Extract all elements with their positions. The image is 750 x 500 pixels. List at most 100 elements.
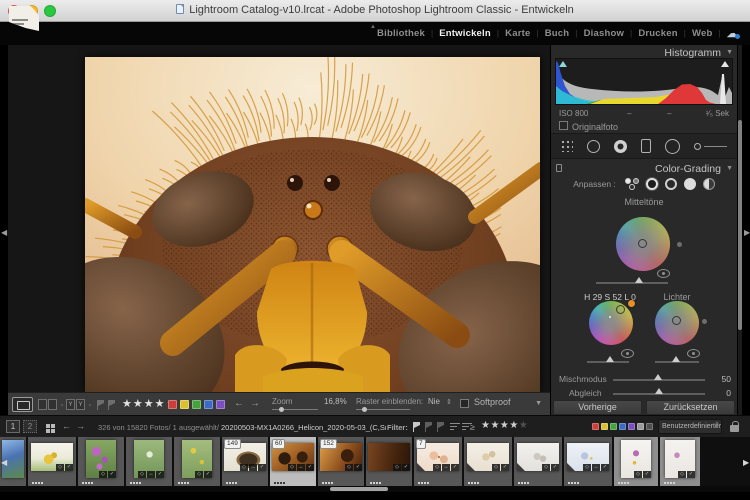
before-after-left-icon[interactable] (38, 399, 47, 410)
midtones-wheel-marker[interactable] (638, 239, 647, 248)
shadows-color-wheel[interactable] (589, 301, 633, 345)
filter-flag-unflagged-icon[interactable] (424, 422, 433, 432)
spot-removal-tool-icon[interactable] (587, 140, 600, 153)
go-forward-arrow[interactable]: → (76, 421, 85, 431)
highlights-wheel-marker[interactable] (672, 316, 681, 325)
filter-rating-stars[interactable]: ★★★★★ (481, 420, 528, 431)
blending-thumb[interactable] (654, 374, 662, 380)
second-window-button[interactable]: 2 (23, 420, 37, 433)
filmstrip-thumb-7-selected[interactable]: 60◇↔✓ (270, 437, 316, 486)
shadows-wheel-marker[interactable] (616, 305, 625, 314)
filmstrip-scrollbar-handle[interactable] (330, 487, 388, 491)
panel-switch-icon[interactable] (556, 164, 562, 172)
highlights-hue-dot[interactable] (702, 319, 707, 324)
crop-overlay-tool-icon[interactable] (561, 140, 573, 152)
filmstrip-thumb-3[interactable]: ◇✓ (78, 437, 124, 486)
color-grading-header[interactable]: Color-Grading ▼ (551, 161, 737, 176)
filter-label-none[interactable] (646, 423, 653, 430)
highlights-luminance-thumb[interactable] (672, 356, 680, 362)
midtones-mode-icon[interactable] (665, 178, 677, 190)
grid-updown-icon[interactable]: ⇕ (446, 398, 452, 406)
main-photo[interactable] (85, 57, 540, 392)
previous-button[interactable]: Vorherige (553, 400, 642, 415)
filmstrip-thumb-9[interactable]: ◇✓ (366, 437, 412, 486)
filmstrip-thumb-10[interactable]: 7◇↔✓ (414, 437, 462, 486)
module-diashow[interactable]: Diashow (584, 28, 624, 39)
previous-photo-arrow[interactable]: ← (234, 398, 244, 409)
module-karte[interactable]: Karte (505, 28, 530, 39)
filter-flag-pick-icon[interactable] (412, 422, 421, 432)
midtones-eye-icon[interactable] (657, 269, 670, 278)
filmstrip-thumb-4[interactable]: ◇↔✓ (126, 437, 172, 486)
main-window-button[interactable]: 1 (6, 420, 20, 433)
hide-right-panel-arrow[interactable]: ▶ (744, 228, 750, 237)
shadows-mode-icon[interactable] (646, 178, 658, 190)
highlights-eye-icon[interactable] (687, 349, 700, 358)
shadows-eye-icon[interactable] (621, 349, 634, 358)
midtones-luminance-slider[interactable] (596, 282, 668, 284)
show-left-panel-arrow[interactable]: ◀ (1, 228, 7, 237)
radial-filter-tool-icon[interactable] (665, 139, 680, 154)
reset-button[interactable]: Zurücksetzen (646, 400, 735, 415)
filmstrip-source-path[interactable]: 326 von 15820 Fotos/ 1 ausgewählt/ 20200… (98, 423, 386, 432)
redeye-tool-icon[interactable] (614, 140, 627, 153)
grid-view-icon[interactable] (46, 424, 50, 428)
go-back-arrow[interactable]: ← (62, 421, 71, 431)
filmstrip-thumb-13[interactable]: ◇↔✓ (564, 437, 612, 486)
toolbar-options-chevron[interactable]: ▼ (535, 400, 542, 407)
flag-reject-icon[interactable] (107, 400, 116, 410)
collapse-top-panel-icon[interactable]: ▲ (370, 24, 376, 30)
filmstrip-thumb-5[interactable]: ◇✓ (174, 437, 220, 486)
rating-operator[interactable]: ≥ (470, 422, 475, 432)
grid-slider-knob[interactable] (362, 407, 367, 412)
global-mode-icon[interactable] (703, 178, 715, 190)
thumb-stack-badge[interactable]: 152 (320, 439, 337, 449)
threeway-mode-icon[interactable] (625, 178, 639, 190)
filter-label-green[interactable] (610, 423, 617, 430)
thumb-stack-badge[interactable]: 149 (224, 439, 241, 449)
filter-label-purple[interactable] (628, 423, 635, 430)
filmstrip-thumb-6[interactable]: 149◇↔✓ (222, 437, 268, 486)
zoom-slider-knob[interactable] (279, 407, 284, 412)
filmstrip-thumb-15[interactable]: ◇✓ (660, 437, 700, 486)
grid-value[interactable]: Nie (428, 397, 440, 406)
histogram-display[interactable] (555, 58, 733, 105)
right-panel-scrollbar[interactable] (738, 45, 742, 415)
graduated-filter-tool-icon[interactable] (641, 139, 651, 153)
color-label-yellow[interactable] (180, 400, 189, 409)
color-label-blue[interactable] (204, 400, 213, 409)
filter-lock-icon[interactable] (730, 421, 739, 432)
filmstrip-thumb-12[interactable]: ◇✓ (514, 437, 562, 486)
module-bibliothek[interactable]: Bibliothek (377, 28, 425, 39)
thumb-stack-badge[interactable]: 60 (272, 439, 285, 449)
filter-preset-dropdown[interactable]: Benutzerdefinierter... (658, 419, 722, 434)
filmstrip-thumb-14[interactable]: ◇✓ (614, 437, 658, 486)
highlights-mode-icon[interactable] (684, 178, 696, 190)
color-label-purple[interactable] (216, 400, 225, 409)
before-after-bottom-icon[interactable]: Y (76, 399, 85, 410)
shadow-clipping-icon[interactable] (559, 61, 567, 67)
filter-flag-reject-icon[interactable] (436, 422, 445, 432)
filter-label-blue[interactable] (619, 423, 626, 430)
filmstrip-thumb-2[interactable]: ◇✓ (28, 437, 76, 486)
original-photo-checkbox[interactable] (559, 121, 568, 130)
filmstrip-thumb-8[interactable]: 152◇✓ (318, 437, 364, 486)
module-entwickeln[interactable]: Entwickeln (439, 28, 491, 39)
flag-pick-icon[interactable] (96, 400, 105, 410)
shadows-luminance-thumb[interactable] (606, 356, 614, 362)
loupe-view-icon[interactable] (12, 397, 33, 412)
module-buch[interactable]: Buch (545, 28, 570, 39)
filter-label-yellow[interactable] (601, 423, 608, 430)
sync-cloud-icon[interactable]: ☁ (727, 29, 738, 39)
shadows-hue-dot[interactable] (628, 300, 635, 307)
thumb-stack-badge[interactable]: 7 (416, 439, 426, 449)
filter-attribute-icon[interactable] (450, 423, 461, 432)
before-after-right-icon[interactable] (48, 399, 57, 410)
scrollbar-handle[interactable] (738, 120, 742, 330)
balance-thumb[interactable] (655, 388, 663, 394)
module-web[interactable]: Web (692, 28, 712, 39)
softproof-checkbox[interactable] (460, 399, 469, 408)
midtones-hue-dot[interactable] (677, 242, 682, 247)
filmstrip-scroll-left-arrow[interactable]: ◀ (1, 458, 7, 467)
filmstrip-thumb-11[interactable]: ◇✓ (464, 437, 512, 486)
